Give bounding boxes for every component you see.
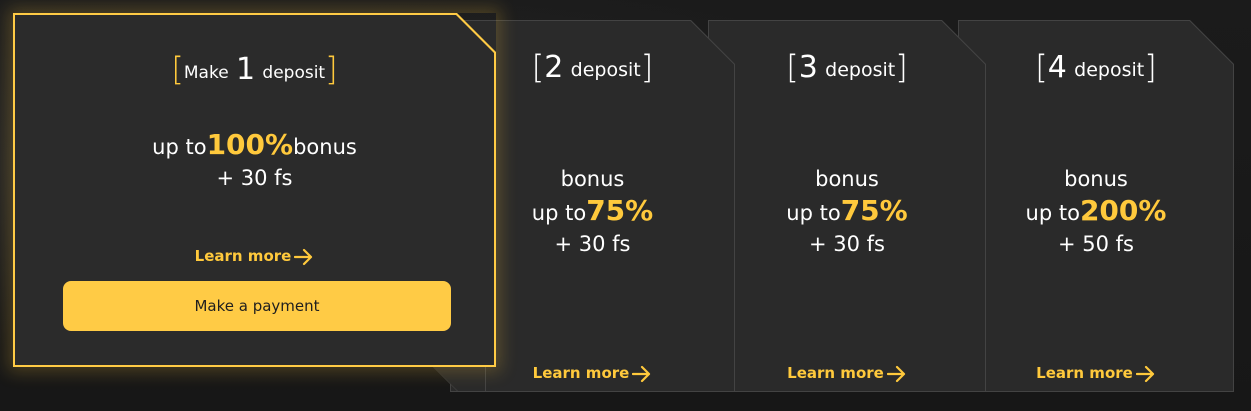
learn-more-label: Learn more (787, 364, 884, 382)
arrow-right-icon (1136, 365, 1156, 383)
up-to-text: up to (1025, 201, 1080, 225)
bracket-close: ] (640, 48, 654, 86)
deposit-number: 2 (544, 50, 564, 85)
deposit-word: deposit (825, 59, 896, 81)
deposit-word: deposit (570, 59, 641, 81)
deposit-word: deposit (262, 63, 326, 83)
deposit-card-3: [3 deposit] bonus up to75% + 30 fs Learn… (708, 20, 986, 392)
up-to-text: up to (786, 201, 841, 225)
bonus-percent: 75% (840, 194, 908, 227)
card-heading: [3 deposit] (709, 49, 985, 88)
learn-more-label: Learn more (532, 364, 630, 382)
up-to-text: up to (531, 201, 587, 225)
bonus-percent: 200% (1079, 194, 1167, 227)
learn-more-link[interactable]: Learn more (959, 361, 1233, 385)
bracket-open: [ (1035, 48, 1048, 86)
bonus-label: bonus (1064, 167, 1128, 191)
bonus-label: bonus (815, 167, 879, 191)
bonus-percent: 100% (206, 128, 294, 161)
card-heading: [Make 1 deposit] (15, 51, 494, 91)
learn-more-link[interactable]: Learn more (709, 361, 985, 385)
deposit-card-4-body: [4 deposit] bonus up to200% + 50 fs Lear… (959, 21, 1233, 391)
free-spins: + 30 fs (808, 232, 885, 256)
bonus-percent-line: up to75% (709, 195, 985, 229)
bonus-offer: bonus up to200% + 50 fs (959, 164, 1233, 260)
deposit-number: 3 (798, 50, 818, 85)
bonus-percent-line: up to200% (959, 195, 1233, 229)
learn-more-label: Learn more (194, 247, 292, 265)
make-payment-button[interactable]: Make a payment (63, 281, 451, 331)
free-spins: + 30 fs (216, 166, 293, 190)
card-heading: [4 deposit] (959, 49, 1233, 88)
bracket-open: [ (171, 50, 184, 88)
bracket-close: ] (325, 50, 338, 88)
bracket-open: [ (786, 48, 799, 86)
free-spins: + 50 fs (1057, 232, 1134, 256)
bonus-percent: 75% (586, 194, 654, 227)
deposit-number: 4 (1047, 50, 1067, 85)
make-word: Make (183, 63, 229, 83)
bonus-offer: bonus up to75% + 30 fs (709, 164, 985, 260)
bonus-offer: up to100%bonus + 30 fs (15, 129, 494, 194)
bonus-label: bonus (293, 135, 357, 159)
deposit-card-3-body: [3 deposit] bonus up to75% + 30 fs Learn… (709, 21, 985, 391)
arrow-right-icon (294, 248, 314, 266)
learn-more-label: Learn more (1036, 364, 1133, 382)
deposit-card-1: [Make 1 deposit] up to100%bonus + 30 fs … (13, 13, 496, 367)
learn-more-link[interactable]: Learn more (15, 244, 494, 268)
arrow-right-icon (632, 365, 652, 383)
deposit-card-1-body: [Make 1 deposit] up to100%bonus + 30 fs … (15, 15, 494, 365)
bracket-close: ] (1144, 48, 1157, 86)
bracket-open: [ (531, 48, 545, 86)
bonus-percent-line: up to100%bonus (15, 129, 494, 163)
bracket-close: ] (895, 48, 908, 86)
deposit-card-4: [4 deposit] bonus up to200% + 50 fs Lear… (958, 20, 1234, 392)
up-to-text: up to (152, 135, 207, 159)
arrow-right-icon (887, 365, 907, 383)
deposit-word: deposit (1074, 59, 1145, 81)
deposit-number: 1 (236, 52, 256, 87)
